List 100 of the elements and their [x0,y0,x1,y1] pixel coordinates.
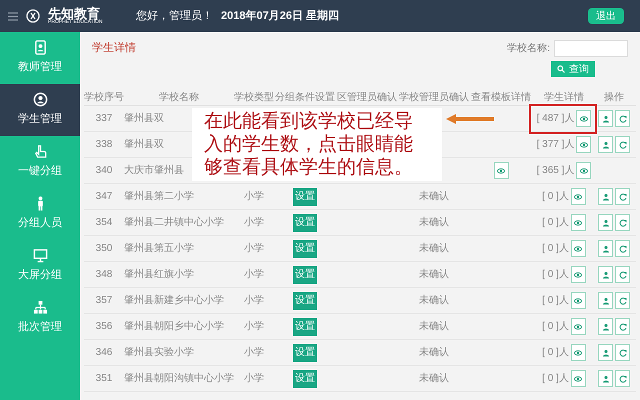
refresh-icon [618,140,626,148]
student-count: [ 0 ]人 [542,320,569,332]
sidebar-item[interactable]: 学生管理 [0,84,80,136]
column-header: 学生详情 [544,92,584,104]
table-cell: 未确认 [419,190,449,202]
set-button[interactable]: 设置 [293,214,317,232]
view-button[interactable] [570,266,586,283]
table-cell: 347 [96,190,112,202]
table-cell: 肇州县红旗小学 [124,268,194,280]
view-button[interactable] [570,370,586,387]
table-cell: 肇州县双 [124,138,164,150]
eye-icon [580,114,588,122]
refresh-button[interactable] [615,266,630,283]
table-cell: 肇州县第五小学 [124,242,194,254]
search-button[interactable]: 查询 [551,61,596,77]
table-cell: 未确认 [419,294,449,306]
user-button[interactable] [598,240,613,257]
user-button[interactable] [598,318,613,335]
user-icon [602,374,610,382]
table-cell: 大庆市肇州县 [124,164,184,176]
refresh-icon [618,114,626,122]
view-button[interactable] [570,240,586,257]
column-header: 操作 [604,92,624,104]
user-button[interactable] [598,292,613,309]
table-cell: 338 [96,138,112,150]
table-cell: 337 [96,112,112,124]
logout-button[interactable]: 退出 [588,8,624,24]
table-cell: 肇州县二井镇中心小学 [124,216,224,228]
monitor-icon [32,248,48,264]
user-icon [602,140,610,148]
user-button[interactable] [598,214,613,231]
user-icon [602,244,610,252]
refresh-icon [618,218,626,226]
set-button[interactable]: 设置 [293,266,317,284]
view-button[interactable] [570,214,586,231]
set-button[interactable]: 设置 [293,292,317,310]
view-button[interactable] [576,136,592,153]
user-button[interactable] [598,136,613,153]
view-button[interactable] [576,162,592,179]
refresh-button[interactable] [615,110,630,127]
student-count: [ 0 ]人 [542,216,569,228]
set-button[interactable]: 设置 [293,240,317,258]
student-count: [ 377 ]人 [536,138,574,150]
view-button[interactable] [570,318,586,335]
table-cell: 小学 [244,242,264,254]
search-field[interactable] [554,40,628,57]
refresh-icon [618,322,626,330]
view-button[interactable] [570,292,586,309]
menu-icon[interactable] [8,12,18,20]
user-button[interactable] [598,266,613,283]
table-cell: 小学 [244,372,264,384]
user-icon [602,218,610,226]
table-cell: 小学 [244,294,264,306]
view-button[interactable] [576,110,592,127]
column-header: 学校序号 [84,92,124,104]
refresh-button[interactable] [615,344,630,361]
refresh-button[interactable] [615,292,630,309]
column-header: 学校名称 [159,92,199,104]
user-button[interactable] [598,370,613,387]
table-cell: 350 [96,242,112,254]
table-cell: 小学 [244,346,264,358]
arrow-icon [446,114,494,124]
table-cell: 356 [96,320,112,332]
refresh-icon [618,192,626,200]
refresh-button[interactable] [615,240,630,257]
table-cell: 未确认 [419,372,449,384]
column-header: 分组条件设置 [275,92,335,104]
refresh-button[interactable] [615,188,630,205]
eye-icon [574,218,582,226]
view-button[interactable] [570,344,586,361]
set-button[interactable]: 设置 [293,188,317,206]
view-button[interactable] [494,162,508,179]
student-count: [ 487 ]人 [536,112,574,124]
student-count: [ 0 ]人 [542,372,569,384]
user-button[interactable] [598,188,613,205]
refresh-icon [618,296,626,304]
set-button[interactable]: 设置 [293,318,317,336]
refresh-button[interactable] [615,370,630,387]
refresh-button[interactable] [615,318,630,335]
set-button[interactable]: 设置 [293,344,317,362]
eye-icon [574,348,582,356]
eye-icon [574,244,582,252]
table-cell: 354 [96,216,112,228]
set-button[interactable]: 设置 [293,370,317,388]
user-button[interactable] [598,110,613,127]
refresh-icon [618,348,626,356]
search-label: 学校名称: [507,42,550,56]
eye-icon [574,322,582,330]
user-button[interactable] [598,344,613,361]
refresh-button[interactable] [615,136,630,153]
table-cell: 340 [96,164,112,176]
table-cell: 348 [96,268,112,280]
column-header: 查看模板详情 [471,92,531,104]
logo-name: 先知教育 [48,7,100,20]
table-cell: 小学 [244,268,264,280]
refresh-button[interactable] [615,214,630,231]
refresh-icon [618,374,626,382]
view-button[interactable] [570,188,586,205]
eye-icon [497,166,505,174]
table-cell: 小学 [244,216,264,228]
